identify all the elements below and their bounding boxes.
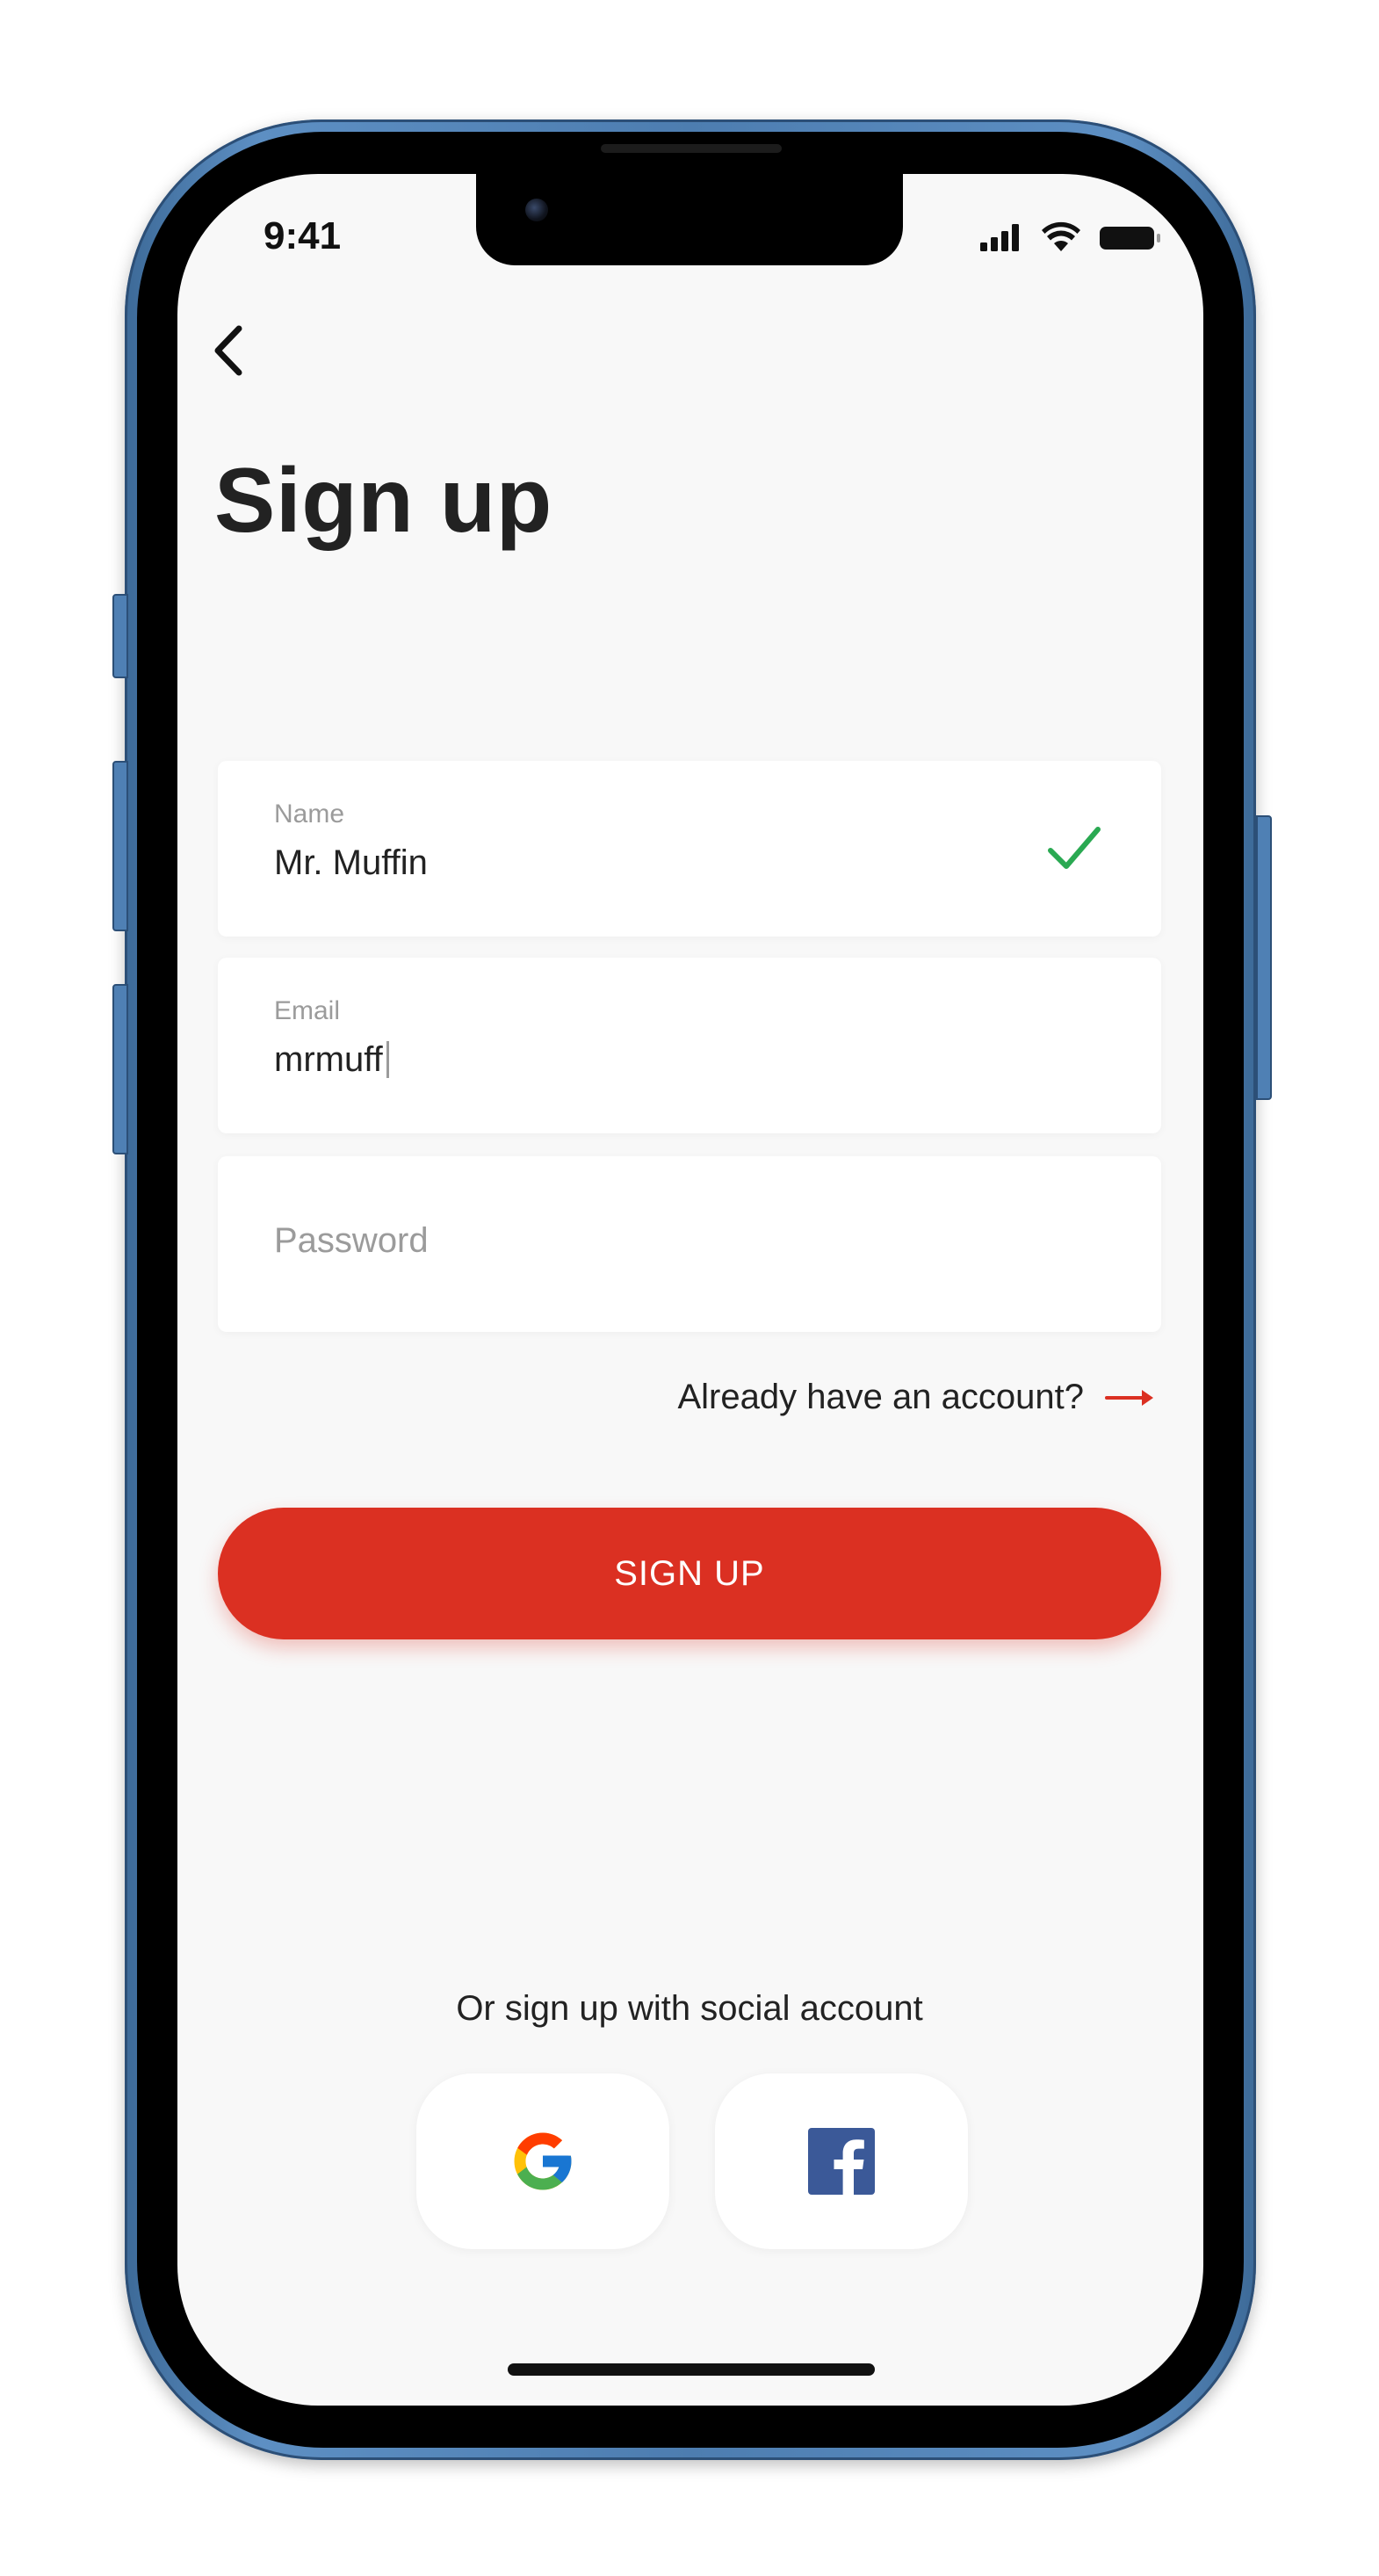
phone-volume-down bbox=[112, 984, 128, 1154]
facebook-sign-up-button[interactable] bbox=[715, 2073, 968, 2249]
home-indicator bbox=[508, 2363, 875, 2376]
status-time: 9:41 bbox=[264, 214, 342, 257]
email-field-label: Email bbox=[274, 996, 341, 1025]
page-title: Sign up bbox=[214, 450, 552, 552]
status-icons bbox=[980, 221, 1165, 253]
name-field[interactable]: Name Mr. Muffin bbox=[218, 761, 1161, 937]
battery-icon bbox=[1100, 227, 1160, 250]
google-sign-up-button[interactable] bbox=[416, 2073, 669, 2249]
back-button[interactable] bbox=[207, 323, 251, 378]
email-field[interactable]: Email mrmuff bbox=[218, 958, 1161, 1133]
already-have-account-link[interactable]: Already have an account? bbox=[677, 1378, 1154, 1417]
name-field-value[interactable]: Mr. Muffin bbox=[274, 843, 428, 883]
email-field-value-wrapper[interactable]: mrmuff bbox=[274, 1040, 389, 1080]
name-field-label: Name bbox=[274, 800, 345, 829]
checkmark-icon bbox=[1048, 827, 1101, 869]
phone-power-button bbox=[1256, 815, 1272, 1100]
front-camera bbox=[525, 199, 548, 221]
phone-silent-switch bbox=[112, 594, 128, 678]
text-caret bbox=[386, 1041, 389, 1078]
already-have-account-text: Already have an account? bbox=[677, 1378, 1084, 1416]
facebook-icon bbox=[808, 2128, 875, 2195]
google-icon bbox=[514, 2132, 572, 2190]
wifi-icon bbox=[1042, 221, 1080, 251]
cellular-signal-icon bbox=[980, 224, 1019, 251]
email-field-value: mrmuff bbox=[274, 1040, 383, 1079]
speaker-slot bbox=[601, 144, 782, 153]
password-field[interactable]: Password bbox=[218, 1156, 1161, 1332]
phone-volume-up bbox=[112, 761, 128, 931]
chevron-left-icon bbox=[214, 325, 242, 376]
sign-up-button[interactable]: SIGN UP bbox=[218, 1508, 1161, 1639]
password-field-placeholder: Password bbox=[274, 1221, 429, 1260]
arrow-right-icon bbox=[1105, 1389, 1153, 1406]
social-caption: Or sign up with social account bbox=[456, 1989, 923, 2028]
